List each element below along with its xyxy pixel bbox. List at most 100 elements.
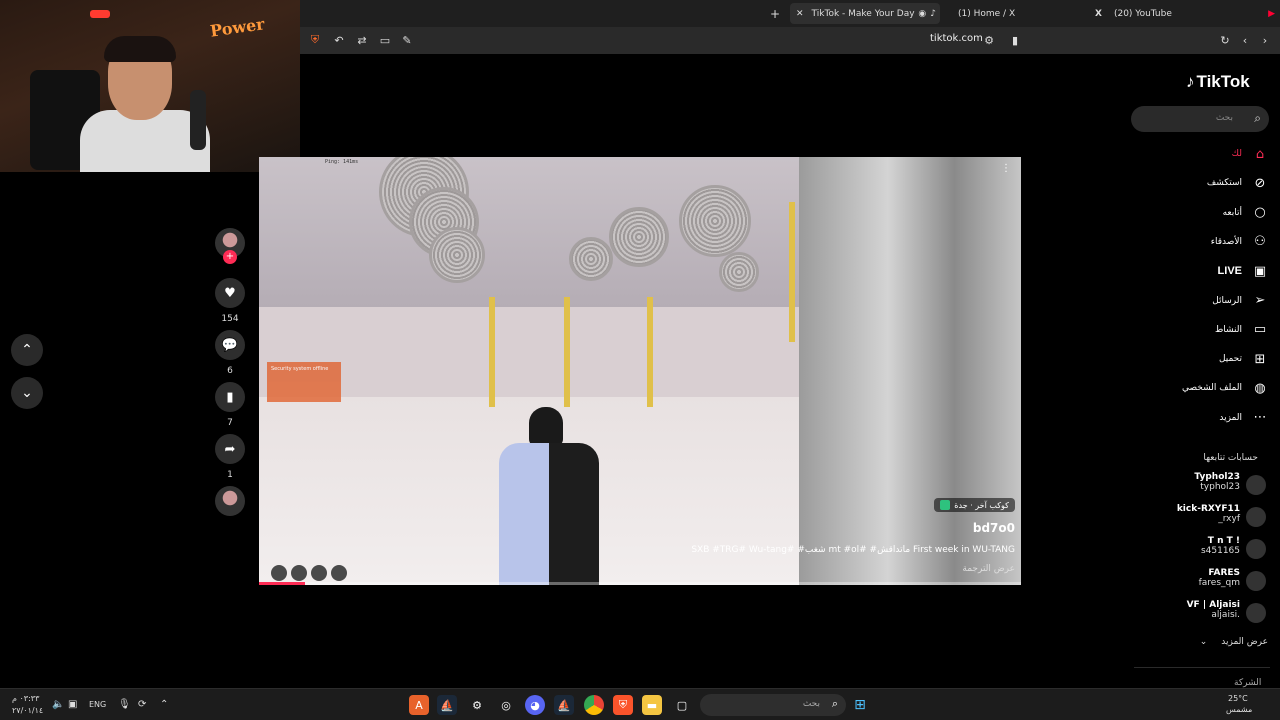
sync-icon[interactable]: ⟳ (138, 699, 146, 710)
follow-plus-icon[interactable]: + (223, 250, 237, 264)
sidebar-item-more[interactable]: المزيد ⋯ (1140, 408, 1268, 428)
comment-icon[interactable]: 💬 (215, 330, 245, 360)
back-icon[interactable]: ‹ (1238, 33, 1252, 47)
following-account[interactable]: T n T ! s451165 (1150, 536, 1268, 562)
sidebar-item-circle[interactable]: أتابعه ○ (1140, 203, 1268, 223)
share-action[interactable]: ➦ 1 (212, 434, 248, 480)
account-avatar[interactable] (1246, 507, 1266, 527)
account-names: FARES fares_qm (1199, 568, 1240, 588)
video-menu-icon[interactable]: ⋮ (1001, 163, 1011, 174)
tab-tiktok[interactable]: ✕ TikTok - Make Your Day ◉ ♪ (790, 3, 940, 24)
volume-icon[interactable]: 🔈 (52, 699, 64, 710)
effect-badge[interactable]: كوكب آخر · جدة (934, 498, 1015, 512)
comment-action[interactable]: 💬 6 (212, 330, 248, 376)
tray-chevron-icon[interactable]: ⌃ (160, 699, 168, 710)
account-avatar[interactable] (1246, 603, 1266, 623)
new-tab-button[interactable]: + (768, 3, 782, 24)
taskbar-search-placeholder: بحث (802, 699, 820, 709)
save-action[interactable]: ▮ 7 (212, 382, 248, 428)
author-name[interactable]: bd7o0 (973, 521, 1015, 535)
heart-icon[interactable]: ♥ (215, 278, 245, 308)
taskbar-search-input[interactable]: بحث ⌕ (700, 694, 846, 716)
browser-toolbar: ⛨ ↶ ⇄ ▭ ✎ tiktok.com ⚙ ▮ ↻ ‹ › (300, 27, 1280, 54)
clock-date[interactable]: ٢٧/٠١/١٤ (12, 706, 43, 715)
sound-avatar[interactable] (215, 486, 245, 516)
following-account[interactable]: FARES fares_qm (1150, 568, 1268, 594)
weather-status[interactable]: مشمس (1226, 705, 1252, 714)
back-history-icon[interactable]: ↶ (332, 33, 346, 47)
sidebar-item-upload[interactable]: تحميل ⊞ (1140, 349, 1268, 369)
video-player[interactable]: Ping: 141ms Security system offline ⋮ كو… (259, 157, 1021, 585)
sidebar-item-label: استكشف (1206, 178, 1242, 189)
tab-x[interactable]: (1) Home / X (958, 3, 1108, 24)
fan (569, 237, 613, 281)
clock-time[interactable]: ٠٣:٣٣ م (12, 694, 39, 703)
discord-icon[interactable]: ◕ (525, 695, 545, 715)
sidebar-item-label: الرسائل (1212, 295, 1242, 306)
share-icon[interactable]: ➦ (215, 434, 245, 464)
search-icon: ⌕ (831, 697, 838, 710)
sidebar-item-label: تحميل (1218, 354, 1242, 365)
following-account[interactable]: VF | Aljaisi aljaisi. (1150, 600, 1268, 626)
site-settings-icon[interactable]: ⚙ (982, 33, 996, 47)
steelseries-icon[interactable]: ⚙ (467, 695, 487, 715)
chevron-down-icon: ⌄ (1199, 637, 1208, 647)
windows-start-icon[interactable]: ⊞ (850, 695, 870, 715)
next-video-button[interactable]: ⌄ (11, 377, 43, 409)
task-view-icon[interactable]: ▢ (672, 695, 692, 715)
video-caption: SXB #TRG# Wu-tang# #شغب mt #ol# #ماتداقش… (691, 545, 1015, 555)
pen-icon[interactable]: ✎ (400, 33, 414, 47)
sidebar-item-activity[interactable]: النشاط ▭ (1140, 320, 1268, 340)
steam-icon[interactable]: ⛵ (437, 695, 457, 715)
language-indicator[interactable]: ENG (89, 700, 106, 709)
compass-icon: ⊘ (1254, 175, 1266, 191)
see-more-button[interactable]: ⌄ عرض المزيد (1150, 637, 1268, 647)
forward-icon[interactable]: › (1258, 33, 1272, 47)
brave-browser-icon[interactable]: ⛨ (613, 695, 633, 715)
sound-avatar-block[interactable] (212, 486, 248, 516)
account-avatar[interactable] (1246, 539, 1266, 559)
sidebar-item-label: LIVE (1217, 265, 1242, 278)
sidebar-item-friends[interactable]: الأصدقاء ⚇ (1140, 232, 1268, 252)
translate-icon[interactable]: ⇄ (355, 33, 369, 47)
sidebar-item-profile[interactable]: الملف الشخصي ◍ (1140, 378, 1268, 398)
following-account[interactable]: Typhol23 typhol23 (1150, 472, 1268, 498)
account-avatar[interactable] (1246, 475, 1266, 495)
creator-avatar-block[interactable]: + (212, 228, 248, 264)
close-tab-icon[interactable]: ✕ (796, 9, 804, 19)
like-action[interactable]: ♥ 154 (212, 278, 248, 324)
sidebar-item-compass[interactable]: استكشف ⊘ (1140, 173, 1268, 193)
tab-youtube[interactable]: X (20) YouTube ▶ (1095, 3, 1275, 24)
sidebar-item-home[interactable]: لك ⌂ (1140, 144, 1268, 164)
search-icon[interactable]: ⌕ (1254, 111, 1261, 126)
address-bar[interactable]: tiktok.com (930, 33, 983, 44)
chrome-icon[interactable] (584, 695, 604, 715)
microphone-icon[interactable]: 🎙 (118, 699, 131, 710)
tab-label: (1) Home / X (958, 8, 1016, 19)
tiktok-logo[interactable]: ♪ TikTok (1186, 72, 1250, 92)
see-translation-link[interactable]: عرض الترجمة (962, 564, 1015, 574)
sidebar-item-live[interactable]: LIVE ▣ (1140, 261, 1268, 281)
sidebar-item-send[interactable]: الرسائل ➢ (1140, 291, 1268, 311)
account-avatar[interactable] (1246, 571, 1266, 591)
more-icon: ⋯ (1253, 410, 1267, 426)
game-launcher-icon[interactable]: ◎ (496, 695, 516, 715)
previous-video-button[interactable]: ⌃ (11, 334, 43, 366)
bookmark-icon[interactable]: ▮ (215, 382, 245, 412)
file-explorer-icon[interactable]: ▬ (642, 695, 662, 715)
search-input[interactable]: بحث ⌕ (1131, 106, 1269, 132)
app-icon-a[interactable]: A (409, 695, 429, 715)
fan (679, 185, 751, 257)
home-icon: ⌂ (1255, 146, 1265, 162)
bookmark-icon[interactable]: ▮ (1008, 33, 1022, 47)
reload-icon[interactable]: ↻ (1218, 33, 1232, 47)
steam-client-icon[interactable]: ⛵ (554, 695, 574, 715)
video-progress-bar[interactable] (259, 582, 1021, 585)
audio-icon[interactable]: ◉ (918, 9, 926, 19)
network-icon[interactable]: ▣ (68, 699, 77, 710)
company-link[interactable]: الشركة (1234, 678, 1261, 688)
temperature[interactable]: 25°C (1228, 694, 1248, 703)
brave-shield-icon[interactable]: ⛨ (308, 33, 322, 47)
screen-icon[interactable]: ▭ (378, 33, 392, 47)
following-account[interactable]: kick-RXYF11 _rxyf (1150, 504, 1268, 530)
